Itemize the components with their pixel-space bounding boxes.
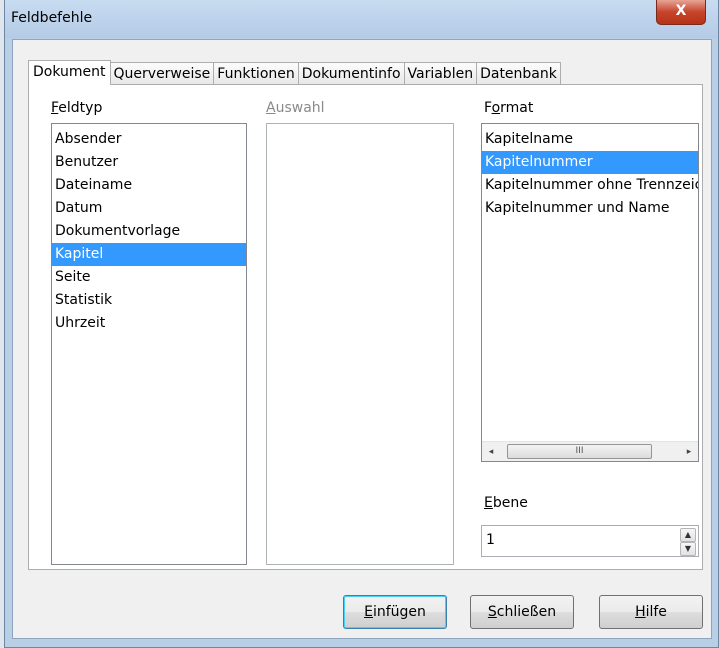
list-item[interactable]: Statistik [52,289,246,312]
tab-panel-dokument: Feldtyp Absender Benutzer Dateiname Datu… [28,84,703,570]
spin-down-button[interactable]: ▼ [680,542,696,556]
close-button[interactable]: X [656,0,706,25]
feldtyp-listbox[interactable]: Absender Benutzer Dateiname Datum Dokume… [51,123,247,565]
auswahl-label: Auswahl [266,100,325,116]
scrollbar-thumb[interactable]: III [507,444,652,459]
tab-dokument[interactable]: Dokument [28,60,111,85]
list-item[interactable]: Kapitelnummer und Name [482,197,698,220]
ebene-value: 1 [486,532,495,548]
tab-datenbank[interactable]: Datenbank [476,62,561,84]
spin-up-button[interactable]: ▲ [680,528,696,542]
ebene-label: Ebene [484,495,528,511]
list-item[interactable]: Dateiname [52,174,246,197]
list-item[interactable]: Kapitelname [482,128,698,151]
ebene-spinbox[interactable]: 1 ▲ ▼ [481,525,699,557]
list-item-selected[interactable]: Kapitel [52,243,246,266]
list-item[interactable]: Benutzer [52,151,246,174]
tab-bar: Dokument Querverweise Funktionen Dokumen… [28,60,561,85]
hilfe-button[interactable]: Hilfe [599,595,703,629]
tab-dokumentinfo[interactable]: Dokumentinfo [297,62,405,84]
list-item[interactable]: Absender [52,128,246,151]
list-item[interactable]: Kapitelnummer ohne Trennzeichen [482,174,698,197]
format-listbox[interactable]: Kapitelname Kapitelnummer Kapitelnummer … [481,123,699,462]
schliessen-button[interactable]: Schließen [470,595,574,629]
auswahl-listbox[interactable] [266,123,454,565]
list-item[interactable]: Dokumentvorlage [52,220,246,243]
scroll-right-icon[interactable]: ▸ [683,445,695,459]
grip-icon: III [575,446,584,456]
list-item[interactable]: Datum [52,197,246,220]
tab-funktionen[interactable]: Funktionen [213,62,299,84]
tab-variablen[interactable]: Variablen [403,62,478,84]
dialog-window: Feldbefehle X Dokument Querverweise Funk… [4,0,719,648]
tab-querverweise[interactable]: Querverweise [109,62,215,84]
format-horizontal-scrollbar[interactable]: ◂ III ▸ [482,441,698,461]
list-item[interactable]: Uhrzeit [52,312,246,335]
einfuegen-button[interactable]: Einfügen [343,595,447,629]
list-item[interactable]: Seite [52,266,246,289]
title-bar[interactable]: Feldbefehle X [5,0,718,38]
dialog-client-area: Dokument Querverweise Funktionen Dokumen… [12,39,712,639]
list-item-selected[interactable]: Kapitelnummer [482,151,698,174]
close-icon: X [675,3,687,19]
scroll-left-icon[interactable]: ◂ [485,445,497,459]
window-title: Feldbefehle [11,10,93,26]
feldtyp-label: Feldtyp [51,100,103,116]
format-label: Format [484,100,534,116]
